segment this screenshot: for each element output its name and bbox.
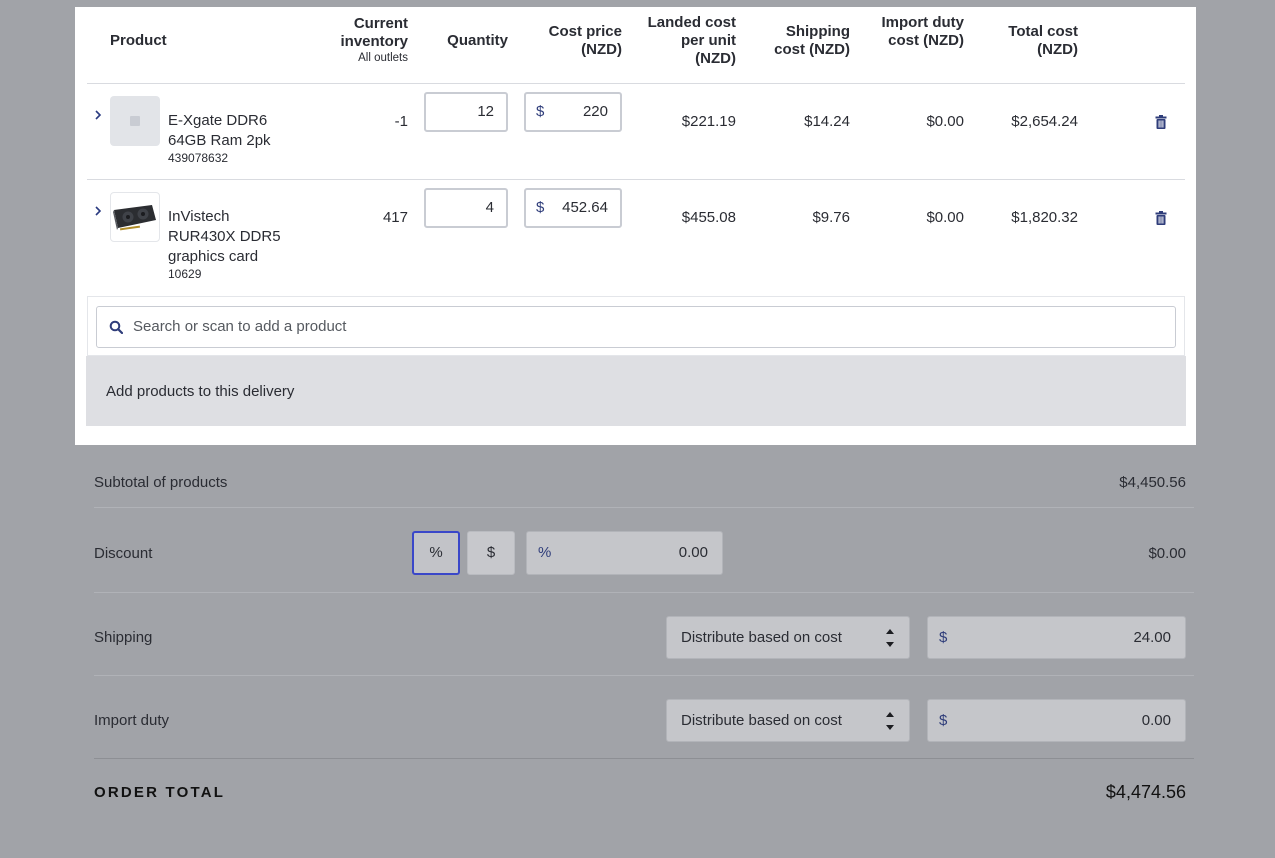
shipping-amount-input[interactable]: $ 24.00 <box>927 616 1186 659</box>
current-inventory-value: -1 <box>394 113 408 130</box>
product-sku: 439078632 <box>168 151 229 165</box>
current-inventory-value: 417 <box>382 209 408 226</box>
import-duty-distribution-select[interactable]: Distribute based on cost <box>666 699 910 742</box>
shipping-label: Shipping <box>94 629 153 646</box>
col-header-inventory-sub: All outlets <box>358 52 408 64</box>
graphics-card-image <box>110 192 160 242</box>
import-duty-value: $0.00 <box>926 209 964 226</box>
currency-prefix: $ <box>536 199 545 216</box>
import-duty-amount-input[interactable]: $ 0.00 <box>927 699 1186 742</box>
cost-price-input[interactable]: $ 220 <box>524 92 622 132</box>
placeholder-image-icon <box>110 96 160 146</box>
currency-prefix: $ <box>536 103 545 120</box>
summary-divider <box>94 758 1194 759</box>
add-products-empty-state: Add products to this delivery <box>86 356 1186 426</box>
product-search-input[interactable]: Search or scan to add a product <box>96 306 1176 348</box>
order-total-value: $4,474.56 <box>1105 782 1186 802</box>
import-duty-prefix: $ <box>939 712 948 729</box>
landed-cost-value: $221.19 <box>681 113 736 130</box>
subtotal-label: Subtotal of products <box>94 474 228 491</box>
order-total-label: ORDER TOTAL <box>94 784 226 801</box>
col-header-landed-cost: Landed cost per unit (NZD) <box>647 14 736 67</box>
discount-percent-toggle[interactable]: % <box>412 531 460 575</box>
trash-icon[interactable] <box>1155 115 1167 129</box>
quantity-value: 4 <box>485 199 494 216</box>
cost-price-value: 220 <box>582 103 608 120</box>
total-cost-value: $2,654.24 <box>1011 113 1078 130</box>
cost-price-input[interactable]: $ 452.64 <box>524 188 622 228</box>
summary-divider <box>94 592 1194 593</box>
shipping-prefix: $ <box>939 629 948 646</box>
col-header-current-inventory-label: Current inventory <box>340 15 408 50</box>
select-arrows-icon <box>885 626 895 650</box>
discount-value: $0.00 <box>1148 545 1186 562</box>
col-header-current-inventory: Current inventory All outlets <box>327 15 408 65</box>
discount-label: Discount <box>94 545 153 562</box>
col-header-shipping-cost: Shipping cost (NZD) <box>774 23 850 58</box>
discount-input[interactable]: % 0.00 <box>526 531 723 575</box>
search-placeholder: Search or scan to add a product <box>133 318 347 335</box>
select-arrows-icon <box>885 709 895 733</box>
landed-cost-value: $455.08 <box>681 209 736 226</box>
quantity-value: 12 <box>477 103 494 120</box>
discount-dollar-toggle[interactable]: $ <box>467 531 515 575</box>
quantity-input[interactable]: 4 <box>424 188 508 228</box>
product-row: E-Xgate DDR6 64GB Ram 2pk 439078632 -1 1… <box>75 84 1196 179</box>
import-duty-value: $0.00 <box>926 113 964 130</box>
discount-prefix: % <box>538 544 552 561</box>
shipping-amount-value: 24.00 <box>1133 629 1171 646</box>
col-header-quantity: Quantity <box>447 32 508 49</box>
import-duty-method-value: Distribute based on cost <box>681 712 842 729</box>
trash-icon[interactable] <box>1155 211 1167 225</box>
product-name[interactable]: InVistech RUR430X DDR5 graphics card <box>168 207 298 267</box>
cost-price-value: 452.64 <box>562 199 608 216</box>
col-header-total-cost: Total cost (NZD) <box>1008 23 1078 58</box>
chevron-right-icon[interactable] <box>93 108 107 122</box>
delivery-products-panel: Product Current inventory All outlets Qu… <box>75 7 1196 445</box>
discount-input-value: 0.00 <box>678 544 708 561</box>
import-duty-label: Import duty <box>94 712 170 729</box>
product-row: InVistech RUR430X DDR5 graphics card 106… <box>75 180 1196 295</box>
shipping-cost-value: $9.76 <box>812 209 850 226</box>
product-name[interactable]: E-Xgate DDR6 64GB Ram 2pk <box>168 111 298 151</box>
summary-divider <box>94 507 1194 508</box>
summary-divider <box>94 675 1194 676</box>
search-icon <box>109 320 124 339</box>
col-header-cost-price: Cost price (NZD) <box>548 23 622 58</box>
add-products-label: Add products to this delivery <box>106 383 295 400</box>
chevron-right-icon[interactable] <box>93 204 107 218</box>
shipping-cost-value: $14.24 <box>804 113 850 130</box>
total-cost-value: $1,820.32 <box>1011 209 1078 226</box>
shipping-distribution-select[interactable]: Distribute based on cost <box>666 616 910 659</box>
col-header-product: Product <box>110 32 167 49</box>
col-header-import-duty-cost: Import duty cost (NZD) <box>881 14 965 49</box>
product-sku: 10629 <box>168 267 202 281</box>
product-search-container: Search or scan to add a product <box>87 296 1185 356</box>
shipping-method-value: Distribute based on cost <box>681 629 842 646</box>
import-duty-amount-value: 0.00 <box>1141 712 1171 729</box>
quantity-input[interactable]: 12 <box>424 92 508 132</box>
subtotal-value: $4,450.56 <box>1119 474 1186 491</box>
